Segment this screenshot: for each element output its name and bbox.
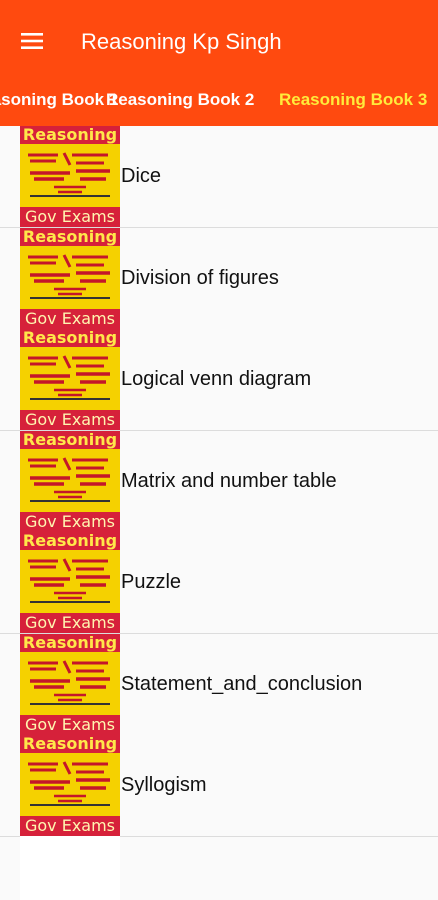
list-item[interactable]: Reasoning Gov Exams Syllogism (0, 735, 438, 837)
cover-hindi-title-graphic (28, 253, 110, 299)
cover-top-text: Reasoning (20, 735, 120, 753)
book-cover-thumbnail: Reasoning Gov Exams (20, 532, 120, 633)
book-cover-thumbnail: Reasoning Gov Exams (20, 633, 120, 735)
cover-top-text: Reasoning (20, 126, 120, 144)
cover-top-text: Reasoning (20, 329, 120, 347)
cover-top-text: Reasoning (20, 227, 120, 246)
list-item-label: Dice (121, 165, 162, 187)
list-item-label: Logical venn diagram (121, 368, 312, 390)
cover-hindi-title-graphic (28, 152, 110, 197)
book-cover-thumbnail: Reasoning Gov Exams (20, 227, 120, 329)
list-item[interactable]: Reasoning Gov Exams Logical venn diagram (0, 329, 438, 431)
list-item-label: Puzzle (121, 571, 182, 593)
list-item-label: Syllogism (121, 774, 207, 796)
app-title: Reasoning Kp Singh (81, 29, 282, 54)
hamburger-menu-icon[interactable] (12, 26, 52, 56)
cover-bottom-text: Gov Exams (20, 613, 120, 633)
list-item[interactable]: Reasoning Gov Exams Puzzle (0, 532, 438, 634)
cover-bottom-text: Gov Exams (20, 511, 120, 532)
book-cover-thumbnail: Reasoning Gov Exams (20, 430, 120, 532)
cover-hindi-title-graphic (28, 659, 110, 705)
cover-top-text: Reasoning (20, 532, 120, 550)
thumbnail-column-background (20, 836, 120, 900)
book-cover-thumbnail: Reasoning Gov Exams (20, 329, 120, 430)
list-item[interactable]: Reasoning Gov Exams Matrix and number ta… (0, 430, 438, 533)
tab-bar: Reasoning Book 1 Reasoning Book 2 Reason… (0, 84, 438, 116)
list-item[interactable]: Reasoning Gov Exams Division of figures (0, 227, 438, 330)
tab-reasoning-book-1[interactable]: Reasoning Book 1 (0, 84, 118, 116)
cover-top-text: Reasoning (20, 430, 120, 449)
cover-top-text: Reasoning (20, 633, 120, 652)
tab-reasoning-book-2[interactable]: Reasoning Book 2 (106, 84, 254, 116)
cover-hindi-title-graphic (28, 456, 110, 502)
cover-bottom-text: Gov Exams (20, 207, 120, 227)
book-cover-thumbnail: Reasoning Gov Exams (20, 735, 120, 836)
list-item-label: Matrix and number table (121, 469, 337, 492)
list-item[interactable]: Reasoning Gov Exams Dice (0, 126, 438, 228)
app-bar: Reasoning Kp Singh Reasoning Book 1 Reas… (0, 0, 438, 126)
cover-bottom-text: Gov Exams (20, 714, 120, 735)
book-cover-thumbnail: Reasoning Gov Exams (20, 126, 120, 227)
cover-bottom-text: Gov Exams (20, 308, 120, 329)
list-item-label: Division of figures (121, 266, 279, 289)
cover-hindi-title-graphic (28, 761, 110, 806)
tab-reasoning-book-3[interactable]: Reasoning Book 3 (279, 84, 427, 116)
list-item-label: Statement_and_conclusion (121, 672, 363, 695)
cover-hindi-title-graphic (28, 355, 110, 400)
cover-bottom-text: Gov Exams (20, 816, 120, 836)
list-item[interactable]: Reasoning Gov Exams Statement_and_conclu… (0, 633, 438, 736)
cover-bottom-text: Gov Exams (20, 410, 120, 430)
cover-hindi-title-graphic (28, 558, 110, 603)
